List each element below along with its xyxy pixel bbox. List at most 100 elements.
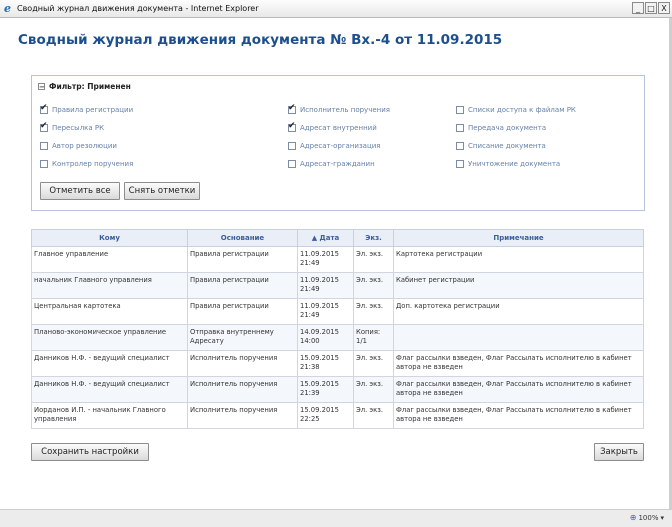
checkbox-document-writeoff[interactable]: Списание документа (456, 142, 546, 150)
collapse-icon[interactable]: − (38, 83, 45, 91)
cell-basis: Исполнитель поручения (187, 402, 298, 429)
checkbox-label: Списки доступа к файлам РК (468, 106, 576, 114)
checkbox-label: Адресат внутренний (300, 124, 377, 132)
checkbox-label: Уничтожение документа (468, 160, 561, 168)
checkbox-internal-addressee[interactable]: Адресат внутренний (288, 121, 377, 132)
checkbox-label: Пересылка РК (52, 124, 105, 132)
checkbox-box[interactable] (40, 103, 48, 114)
date-value: 11.09.2015 (300, 250, 339, 258)
checkbox-box[interactable] (288, 160, 296, 168)
window-title: Сводный журнал движения документа - Inte… (17, 4, 259, 13)
cell-copies: Эл. экз. (353, 246, 394, 273)
table-row[interactable]: Данников Н.Ф. - ведущий специалист Испол… (31, 376, 644, 403)
checkbox-forwarding-rk[interactable]: Пересылка РК (40, 121, 105, 132)
column-header-basis[interactable]: Основание (187, 229, 298, 247)
checkbox-label: Адресат-гражданин (300, 160, 375, 168)
checkbox-box[interactable] (456, 124, 464, 132)
column-header-to[interactable]: Кому (31, 229, 188, 247)
save-settings-button[interactable]: Сохранить настройки (31, 443, 149, 461)
checkbox-box[interactable] (456, 142, 464, 150)
cell-copies: Эл. экз. (353, 402, 394, 429)
date-value: 11.09.2015 (300, 276, 339, 284)
time-value: 22:25 (300, 414, 320, 423)
filter-header[interactable]: − Фильтр: Применен (38, 82, 131, 91)
filter-panel: − Фильтр: Применен Правила регистрации П… (31, 75, 645, 211)
cell-date: 15.09.2015 21:38 (297, 350, 354, 377)
time-value: 21:38 (300, 362, 320, 371)
cell-basis: Отправка внутреннему Адресату (187, 324, 298, 351)
date-value: 14.09.2015 (300, 328, 339, 336)
minimize-button[interactable]: _ (632, 2, 644, 14)
cell-note: Кабинет регистрации (393, 272, 644, 299)
maximize-button[interactable]: □ (645, 2, 657, 14)
time-value: 21:49 (300, 284, 320, 293)
checkbox-label: Списание документа (468, 142, 546, 150)
time-value: 21:39 (300, 388, 320, 397)
checkbox-registration-rules[interactable]: Правила регистрации (40, 103, 134, 114)
cell-date: 11.09.2015 21:49 (297, 272, 354, 299)
column-header-copies[interactable]: Экз. (353, 229, 394, 247)
time-value: 21:49 (300, 258, 320, 267)
table-row[interactable]: начальник Главного управления Правила ре… (31, 272, 644, 299)
checkbox-box[interactable] (40, 160, 48, 168)
cell-date: 11.09.2015 21:49 (297, 246, 354, 273)
checkbox-label: Адресат-организация (300, 142, 381, 150)
cell-note: Флаг рассылки взведен, Флаг Рассылать ис… (393, 376, 644, 403)
cell-date: 11.09.2015 21:49 (297, 298, 354, 325)
internet-explorer-icon: e (4, 2, 11, 15)
checkbox-box[interactable] (288, 103, 296, 114)
clear-all-button[interactable]: Снять отметки (124, 182, 200, 200)
checkbox-task-executor[interactable]: Исполнитель поручения (288, 103, 390, 114)
date-value: 15.09.2015 (300, 380, 339, 388)
table-row[interactable]: Иорданов И.П. - начальник Главного управ… (31, 402, 644, 429)
cell-to: Данников Н.Ф. - ведущий специалист (31, 350, 188, 377)
checkbox-box[interactable] (456, 160, 464, 168)
close-window-button[interactable]: X (658, 2, 670, 14)
table-row[interactable]: Планово-экономическое управление Отправк… (31, 324, 644, 351)
status-bar: ⊕ 100% ▾ (0, 509, 672, 527)
checkbox-task-controller[interactable]: Контролер поручения (40, 160, 133, 168)
cell-to: Планово-экономическое управление (31, 324, 188, 351)
checkbox-box[interactable] (288, 121, 296, 132)
cell-copies: Копия: 1/1 (353, 324, 394, 351)
table-row[interactable]: Центральная картотека Правила регистраци… (31, 298, 644, 325)
zoom-level: 100% (638, 513, 659, 522)
cell-to: Центральная картотека (31, 298, 188, 325)
close-button[interactable]: Закрыть (594, 443, 644, 461)
cell-basis: Исполнитель поручения (187, 376, 298, 403)
select-all-button[interactable]: Отметить все (40, 182, 120, 200)
checkbox-label: Передача документа (468, 124, 547, 132)
checkbox-file-access-lists[interactable]: Списки доступа к файлам РК (456, 106, 576, 114)
table-row[interactable]: Главное управление Правила регистрации 1… (31, 246, 644, 273)
window-controls: _ □ X (632, 2, 670, 14)
checkbox-addressee-organization[interactable]: Адресат-организация (288, 142, 380, 150)
checkbox-document-destruction[interactable]: Уничтожение документа (456, 160, 560, 168)
checkbox-label: Правила регистрации (52, 106, 134, 114)
checkbox-box[interactable] (288, 142, 296, 150)
cell-note: Флаг рассылки взведен, Флаг Рассылать ис… (393, 402, 644, 429)
cell-to: Данников Н.Ф. - ведущий специалист (31, 376, 188, 403)
cell-date: 14.09.2015 14:00 (297, 324, 354, 351)
checkbox-box[interactable] (40, 142, 48, 150)
chevron-down-icon[interactable]: ▾ (660, 514, 664, 522)
cell-date: 15.09.2015 22:25 (297, 402, 354, 429)
column-header-date[interactable]: ▲ Дата (297, 229, 354, 247)
cell-copies: Эл. экз. (353, 350, 394, 377)
zoom-icon: ⊕ (629, 513, 637, 522)
checkbox-document-transfer[interactable]: Передача документа (456, 124, 546, 132)
checkbox-addressee-citizen[interactable]: Адресат-гражданин (288, 160, 375, 168)
cell-basis: Правила регистрации (187, 246, 298, 273)
filter-title: Фильтр: Применен (49, 82, 131, 91)
checkbox-box[interactable] (40, 121, 48, 132)
zoom-control[interactable]: ⊕ 100% ▾ (630, 513, 664, 522)
movement-log-table: Кому Основание ▲ Дата Экз. Примечание Гл… (31, 229, 644, 429)
cell-copies: Эл. экз. (353, 298, 394, 325)
date-value: 15.09.2015 (300, 406, 339, 414)
cell-to: Иорданов И.П. - начальник Главного управ… (31, 402, 188, 429)
column-header-note[interactable]: Примечание (393, 229, 644, 247)
cell-to: Главное управление (31, 246, 188, 273)
checkbox-box[interactable] (456, 106, 464, 114)
checkbox-resolution-author[interactable]: Автор резолюции (40, 142, 117, 150)
cell-basis: Правила регистрации (187, 298, 298, 325)
table-row[interactable]: Данников Н.Ф. - ведущий специалист Испол… (31, 350, 644, 377)
